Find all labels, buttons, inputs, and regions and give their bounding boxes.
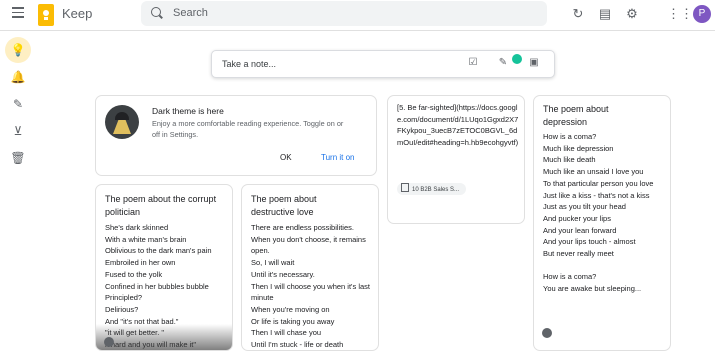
- keep-logo[interactable]: [38, 4, 54, 26]
- app-title[interactable]: Keep: [62, 6, 92, 21]
- note-body: [5. Be far-sighted](https://docs.google.…: [397, 103, 519, 148]
- note-body: There are endless possibilities. When yo…: [251, 223, 370, 350]
- apps-grid-icon[interactable]: ⋮⋮: [667, 6, 693, 22]
- dark-theme-lamp-icon: [105, 105, 139, 139]
- list-view-icon[interactable]: ▤: [597, 6, 613, 22]
- search-icon[interactable]: [151, 7, 161, 17]
- extension-badge-icon: [512, 54, 522, 64]
- collaborator-avatar: [542, 328, 552, 338]
- reminders-bell-icon[interactable]: 🔔: [5, 64, 31, 90]
- note-card[interactable]: The poem about destructive love There ar…: [241, 184, 379, 351]
- note-title: The poem about the corrupt politician: [105, 194, 217, 217]
- note-card[interactable]: The poem about the corrupt politician Sh…: [95, 184, 233, 351]
- trash-icon[interactable]: 🗑: [5, 145, 31, 171]
- notes-bulb-icon[interactable]: 💡: [5, 37, 31, 63]
- refresh-icon[interactable]: ↻: [570, 6, 586, 22]
- note-card[interactable]: [5. Be far-sighted](https://docs.google.…: [387, 95, 525, 224]
- main-menu-icon[interactable]: [12, 7, 24, 19]
- archive-icon[interactable]: ⊻: [5, 118, 31, 144]
- note-title: The poem about depression: [543, 104, 609, 127]
- search-input[interactable]: Search: [173, 7, 208, 19]
- dark-theme-text: Enjoy a more comfortable reading experie…: [152, 119, 344, 139]
- settings-gear-icon[interactable]: ⚙: [624, 6, 640, 22]
- take-note-bar[interactable]: Take a note... ☑ ✎ ▣: [211, 50, 555, 78]
- new-list-checkbox-icon[interactable]: ☑: [467, 57, 479, 69]
- link-chip-label: 10 B2B Sales S...: [412, 187, 460, 193]
- new-drawing-brush-icon[interactable]: ✎: [497, 57, 509, 69]
- account-avatar[interactable]: P: [693, 5, 711, 23]
- note-card[interactable]: The poem about depression How is a coma?…: [533, 95, 671, 351]
- dark-theme-title: Dark theme is here: [152, 106, 224, 116]
- document-icon: [401, 183, 409, 192]
- note-title: The poem about destructive love: [251, 194, 317, 217]
- new-image-icon[interactable]: ▣: [528, 57, 540, 69]
- edit-labels-pencil-icon[interactable]: ✎: [5, 91, 31, 117]
- search-bar[interactable]: Search: [141, 1, 547, 26]
- link-chip[interactable]: 10 B2B Sales S...: [397, 183, 466, 195]
- collaborator-avatar: [104, 337, 114, 347]
- note-overlay: [96, 324, 232, 350]
- note-body: How is a coma? Much like depression Much…: [543, 132, 654, 294]
- dark-theme-card: Dark theme is here Enjoy a more comforta…: [95, 95, 377, 176]
- top-bar: Keep Search ↻ ▤ ⚙ ⋮⋮ P: [0, 0, 715, 31]
- take-note-input[interactable]: Take a note...: [222, 59, 276, 69]
- ok-button[interactable]: OK: [280, 153, 292, 162]
- turn-it-on-button[interactable]: Turn it on: [321, 153, 355, 162]
